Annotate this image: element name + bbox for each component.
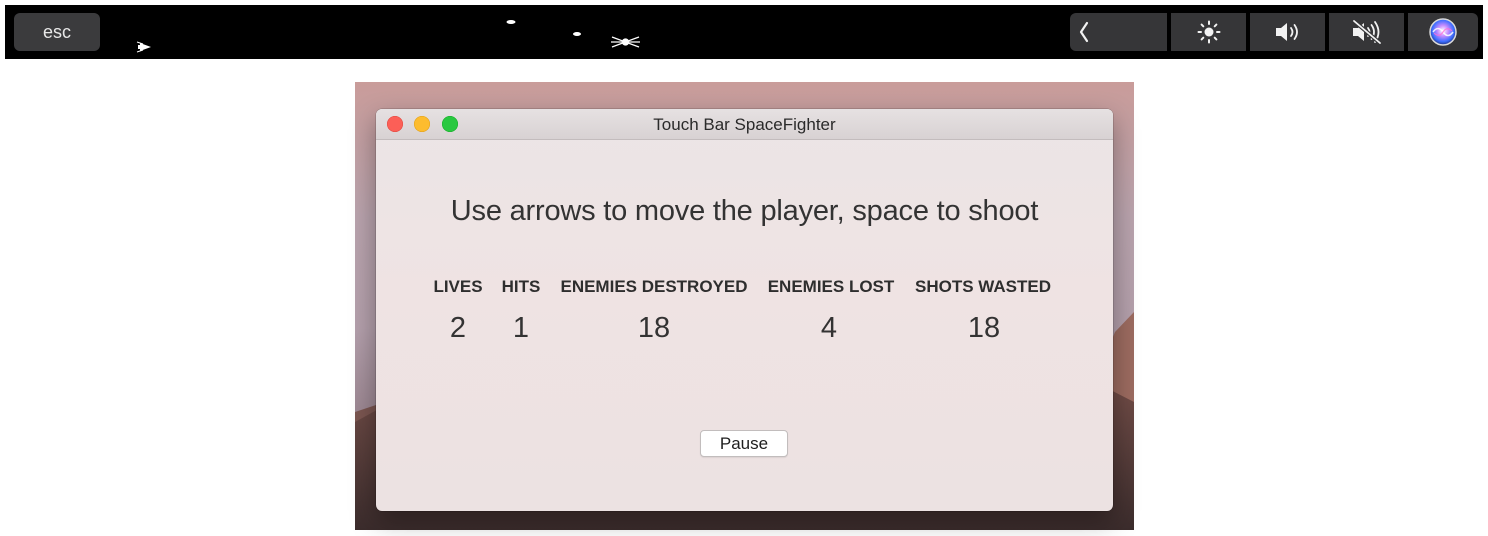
- pause-button[interactable]: Pause: [700, 430, 788, 457]
- app-window: Touch Bar SpaceFighter Use arrows to mov…: [376, 109, 1113, 511]
- control-strip: [1070, 13, 1478, 51]
- stat-label-shots-wasted: SHOTS WASTED: [914, 277, 1052, 296]
- brightness-button[interactable]: [1171, 13, 1246, 51]
- stat-label-enemies-lost: ENEMIES LOST: [767, 277, 895, 296]
- collapse-control-strip-button[interactable]: [1070, 13, 1167, 51]
- volume-button[interactable]: [1250, 13, 1325, 51]
- stat-value-hits: 1: [512, 312, 530, 344]
- player-ship-icon: [136, 41, 151, 53]
- esc-key[interactable]: esc: [14, 13, 100, 51]
- stat-label-hits: HITS: [501, 277, 541, 296]
- mute-icon: [1352, 19, 1381, 45]
- stat-value-lives: 2: [449, 312, 467, 344]
- siri-button[interactable]: [1408, 13, 1478, 51]
- instructions-text: Use arrows to move the player, space to …: [450, 195, 1039, 227]
- siri-icon: [1429, 18, 1457, 46]
- projectile-icon: [573, 32, 581, 36]
- stat-value-enemies-destroyed: 18: [637, 312, 671, 344]
- window-title: Touch Bar SpaceFighter: [653, 115, 836, 134]
- stat-value-enemies-lost: 4: [820, 312, 838, 344]
- mute-button[interactable]: [1329, 13, 1404, 51]
- stat-value-shots-wasted: 18: [967, 312, 1001, 344]
- window-titlebar[interactable]: Touch Bar SpaceFighter: [376, 109, 1113, 140]
- projectile-icon: [506, 20, 516, 24]
- game-field: [115, 5, 675, 59]
- brightness-icon: [1197, 20, 1220, 44]
- touch-bar: esc: [5, 5, 1483, 59]
- volume-icon: [1275, 23, 1298, 41]
- stat-label-enemies-destroyed: ENEMIES DESTROYED: [560, 277, 748, 296]
- stat-label-lives: LIVES: [433, 277, 483, 296]
- chevron-left-icon: [1079, 21, 1089, 43]
- enemy-ship-icon: [611, 36, 640, 48]
